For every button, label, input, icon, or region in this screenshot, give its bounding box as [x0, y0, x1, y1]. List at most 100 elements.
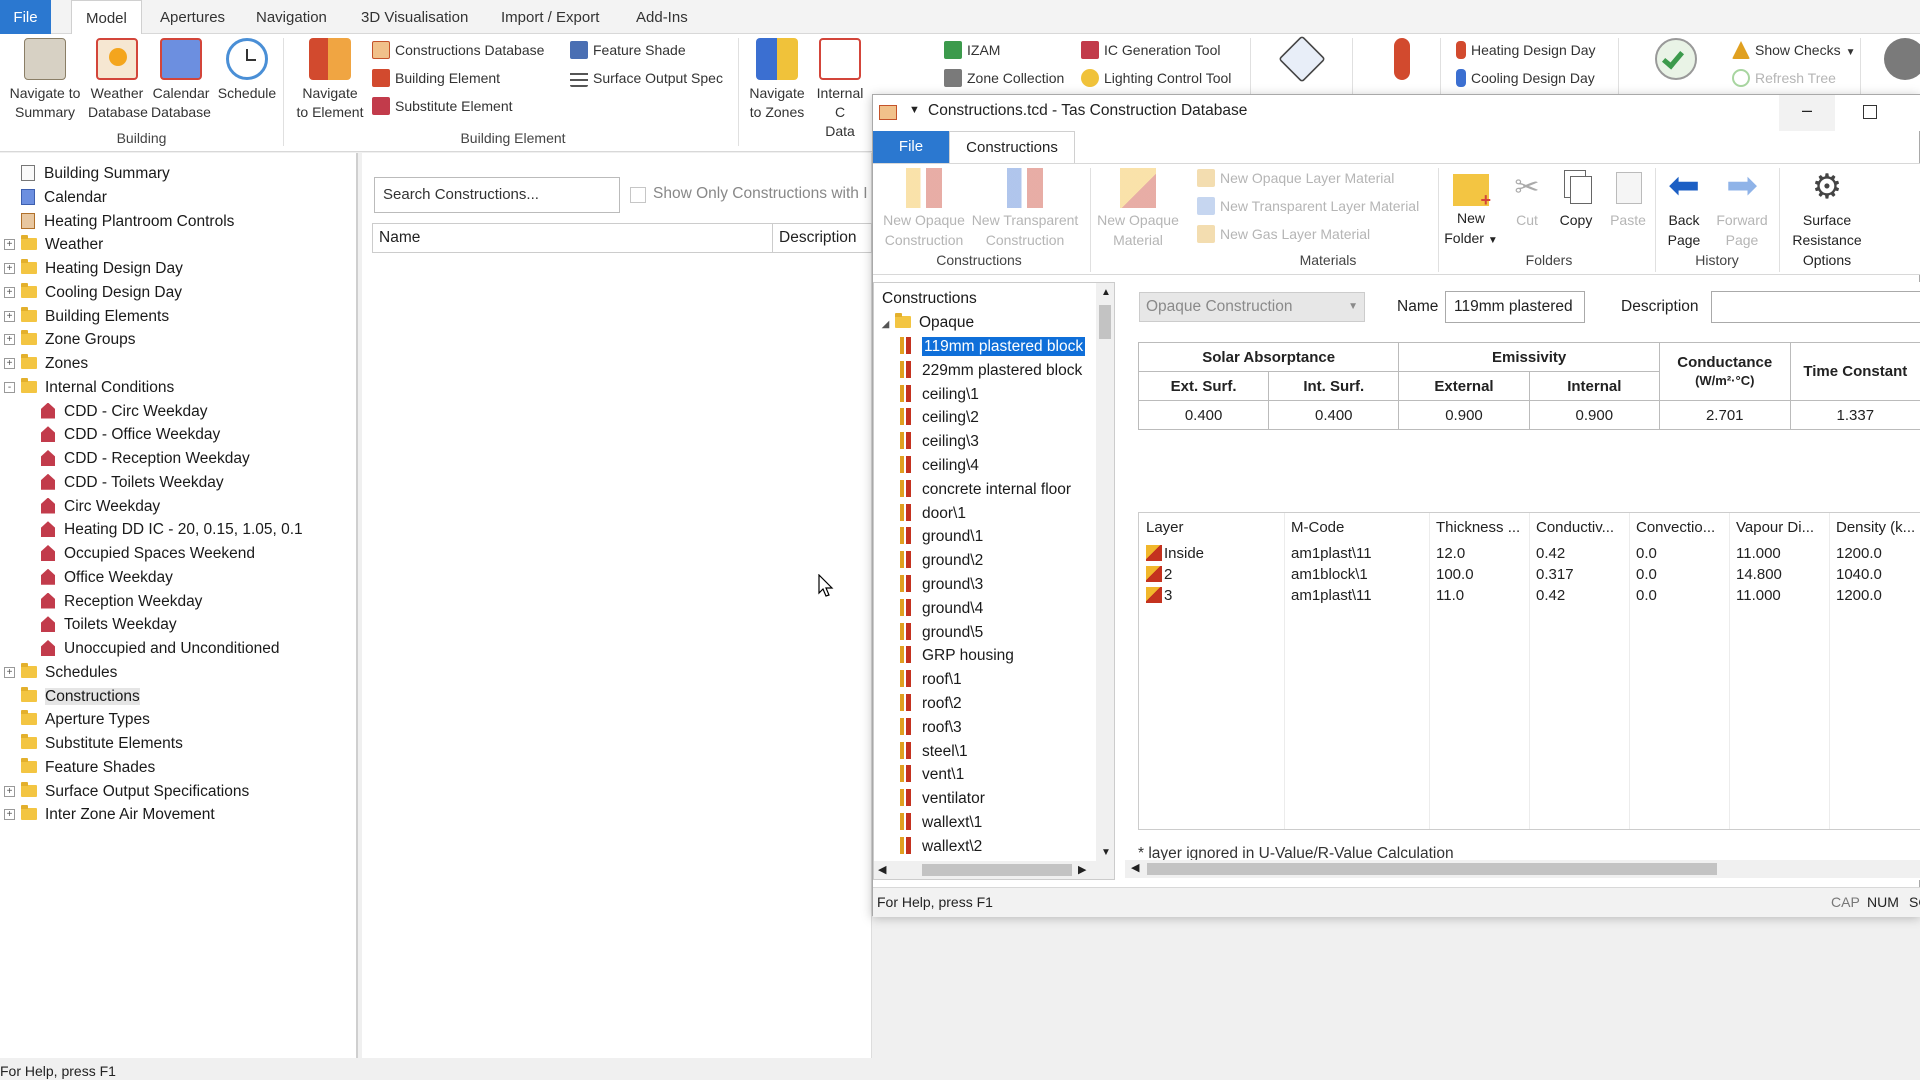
construction-tree-item[interactable]: wallext\2 [900, 835, 982, 859]
layer-cell-density[interactable]: 1200.0 [1829, 583, 1920, 609]
model-tree-item[interactable]: Heating Plantroom Controls [21, 210, 234, 234]
hscroll-thumb[interactable] [922, 864, 1072, 876]
internal-conditions-data-button[interactable]: Internal C Data [810, 38, 870, 141]
layer-cell-convection[interactable]: 0.0 [1629, 583, 1729, 609]
model-tree-item[interactable]: + Heating Design Day [4, 257, 183, 281]
tab-model[interactable]: Model [71, 0, 142, 35]
layers-column-header[interactable]: Conductiv... [1529, 515, 1629, 541]
model-tree-item[interactable]: Substitute Elements [21, 732, 183, 756]
back-page-button[interactable]: ⬅ Back Page [1661, 167, 1707, 250]
layers-column-header[interactable]: Layer [1139, 515, 1284, 541]
model-tree-item[interactable]: Constructions [21, 685, 140, 709]
show-only-checkbox[interactable] [630, 187, 646, 203]
model-tree-item[interactable]: Feature Shades [21, 756, 155, 780]
scroll-left-icon[interactable]: ◀ [1131, 861, 1139, 874]
heating-design-day-button[interactable]: Heating Design Day [1456, 38, 1596, 62]
window-titlebar[interactable]: ▼ Constructions.tcd - Tas Construction D… [873, 95, 1920, 131]
model-tree-item[interactable]: + Cooling Design Day [4, 281, 182, 305]
new-opaque-material-button[interactable]: New Opaque Material [1095, 168, 1181, 250]
external-emissivity-value[interactable]: 0.900 [1398, 400, 1530, 430]
thermometer-button[interactable] [1380, 38, 1424, 84]
model-tree-item[interactable]: Unoccupied and Unconditioned [41, 637, 279, 661]
scroll-down-icon[interactable]: ▼ [1101, 847, 1111, 858]
surface-output-spec-button[interactable]: Surface Output Spec [570, 66, 723, 90]
expand-icon[interactable]: + [4, 310, 15, 322]
construction-tree-item[interactable]: concrete internal floor [900, 478, 1071, 502]
construction-tree-item[interactable]: 119mm plastered block [900, 335, 1086, 359]
model-tree-item[interactable]: Reception Weekday [41, 590, 202, 614]
construction-tree-item[interactable]: ventilator [900, 787, 985, 811]
model-tree-item[interactable]: Heating DD IC - 20, 0.15, 1.05, 0.1 [41, 518, 303, 542]
layer-cell-conductivity[interactable]: 0.42 [1529, 583, 1629, 609]
cooling-design-day-button[interactable]: Cooling Design Day [1456, 66, 1595, 90]
tab-apertures[interactable]: Apertures [146, 0, 239, 34]
minimize-button[interactable]: – [1779, 95, 1835, 131]
model-tree-item[interactable]: + Surface Output Specifications [4, 780, 249, 804]
model-tree-item[interactable]: Occupied Spaces Weekend [41, 542, 255, 566]
window-tab-constructions[interactable]: Constructions [949, 131, 1075, 163]
construction-tree-item[interactable]: ground\2 [900, 549, 983, 573]
expand-icon[interactable]: + [4, 263, 15, 274]
column-description-header[interactable]: Description [773, 224, 873, 252]
model-tree-item[interactable]: CDD - Reception Weekday [41, 447, 250, 471]
paste-button[interactable]: Paste [1605, 168, 1651, 230]
window-tab-file[interactable]: File [873, 131, 949, 163]
model-tree-item[interactable]: + Building Elements [4, 305, 169, 329]
hscroll-thumb[interactable] [1147, 863, 1717, 875]
navigate-to-summary-button[interactable]: Navigate to Summary [4, 38, 86, 122]
refresh-tree-button[interactable]: Refresh Tree [1732, 66, 1836, 90]
ic-generation-tool-button[interactable]: IC Generation Tool [1081, 38, 1220, 62]
building-element-button[interactable]: Building Element [372, 66, 500, 90]
construction-tree-item[interactable]: ground\4 [900, 597, 983, 621]
model-tree-item[interactable]: CDD - Office Weekday [41, 423, 220, 447]
construction-tree-item[interactable]: GRP housing [900, 644, 1014, 668]
extra-tool-button[interactable] [1884, 38, 1920, 84]
model-tree-item[interactable]: + Inter Zone Air Movement [4, 803, 215, 827]
tab-import-export[interactable]: Import / Export [487, 0, 613, 34]
new-opaque-construction-button[interactable]: New Opaque Construction [881, 168, 967, 250]
layers-column-header[interactable]: M-Code [1284, 515, 1429, 541]
model-tree-item[interactable]: CDD - Circ Weekday [41, 400, 208, 424]
construction-tree-item[interactable]: ceiling\1 [900, 383, 979, 407]
layers-horizontal-scrollbar[interactable]: ◀ [1125, 860, 1920, 878]
construction-tree-item[interactable]: ground\1 [900, 525, 983, 549]
check-button[interactable] [1650, 38, 1702, 84]
collapse-icon[interactable]: - [4, 381, 15, 393]
tab-3d-visualisation[interactable]: 3D Visualisation [347, 0, 482, 34]
layers-column-header[interactable]: Vapour Di... [1729, 515, 1829, 541]
navigate-to-zones-button[interactable]: Navigate to Zones [744, 38, 810, 122]
model-tree-item[interactable]: Aperture Types [21, 708, 150, 732]
layer-cell-mcode[interactable]: am1plast\11 [1284, 583, 1429, 609]
model-tree-item[interactable]: + Zones [4, 352, 88, 376]
layer-row[interactable]: 3am1plast\1111.00.420.011.0001200.08 [1139, 583, 1920, 609]
construction-tree-item[interactable]: ceiling\2 [900, 406, 979, 430]
layer-cell-layer[interactable]: 3 [1139, 583, 1284, 609]
tree-folder-opaque[interactable]: ◢ Opaque [880, 311, 974, 335]
construction-tree-item[interactable]: roof\2 [900, 692, 962, 716]
expand-icon[interactable]: + [4, 286, 15, 298]
search-input[interactable]: Search Constructions... [374, 177, 620, 213]
weather-database-button[interactable]: Weather Database [88, 38, 148, 122]
construction-tree-item[interactable]: vent\1 [900, 763, 964, 787]
layers-column-header[interactable]: Thickness ... [1429, 515, 1529, 541]
construction-tree-item[interactable]: 229mm plastered block [900, 359, 1082, 383]
construction-tree-item[interactable]: roof\1 [900, 668, 962, 692]
maximize-button[interactable] [1863, 105, 1877, 119]
window-menu-icon[interactable]: ▼ [909, 104, 920, 116]
construction-tree-item[interactable]: ground\3 [900, 573, 983, 597]
new-gas-layer-material-button[interactable]: New Gas Layer Material [1197, 222, 1370, 246]
scroll-up-icon[interactable]: ▲ [1101, 287, 1111, 298]
layer-cell-thickness[interactable]: 11.0 [1429, 583, 1529, 609]
model-tree-item[interactable]: + Zone Groups [4, 328, 135, 352]
model-tree-item[interactable]: - Internal Conditions [4, 376, 174, 400]
construction-tree-item[interactable]: steel\1 [900, 740, 968, 764]
layers-column-header[interactable]: Convectio... [1629, 515, 1729, 541]
new-folder-button[interactable]: + New Folder ▼ [1443, 168, 1499, 251]
substitute-element-button[interactable]: Substitute Element [372, 94, 513, 118]
model-tree-item[interactable]: + Weather [4, 233, 103, 257]
construction-tree-item[interactable]: ceiling\3 [900, 430, 979, 454]
tab-navigation[interactable]: Navigation [242, 0, 341, 34]
tree-root-constructions[interactable]: Constructions [882, 287, 977, 311]
new-opaque-layer-material-button[interactable]: New Opaque Layer Material [1197, 166, 1394, 190]
new-transparent-layer-material-button[interactable]: New Transparent Layer Material [1197, 194, 1419, 218]
